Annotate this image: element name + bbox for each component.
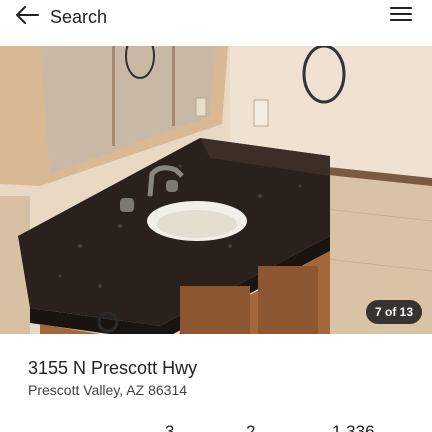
back-to-search-button[interactable]: Search (14, 2, 107, 32)
arrow-left-icon (14, 5, 40, 30)
listing-city: Prescott Valley, AZ 86314 (28, 382, 188, 398)
photo-counter-badge: 7 of 13 (365, 300, 422, 324)
listing-stats: 3 2 1,336 (0, 422, 432, 432)
listing-info: 3155 N Prescott Hwy Prescott Valley, AZ … (0, 334, 432, 432)
bathroom-vanity-photo (0, 46, 432, 334)
listing-address: 3155 N Prescott Hwy (28, 358, 198, 378)
top-bar: Search (0, 0, 432, 46)
hamburger-menu-icon[interactable] (390, 7, 412, 25)
baths-count: 2 (246, 422, 256, 432)
listing-photo[interactable]: 7 of 13 (0, 46, 432, 334)
sqft-count: 1,336 (332, 422, 375, 432)
back-label: Search (50, 6, 108, 27)
beds-count: 3 (165, 422, 175, 432)
